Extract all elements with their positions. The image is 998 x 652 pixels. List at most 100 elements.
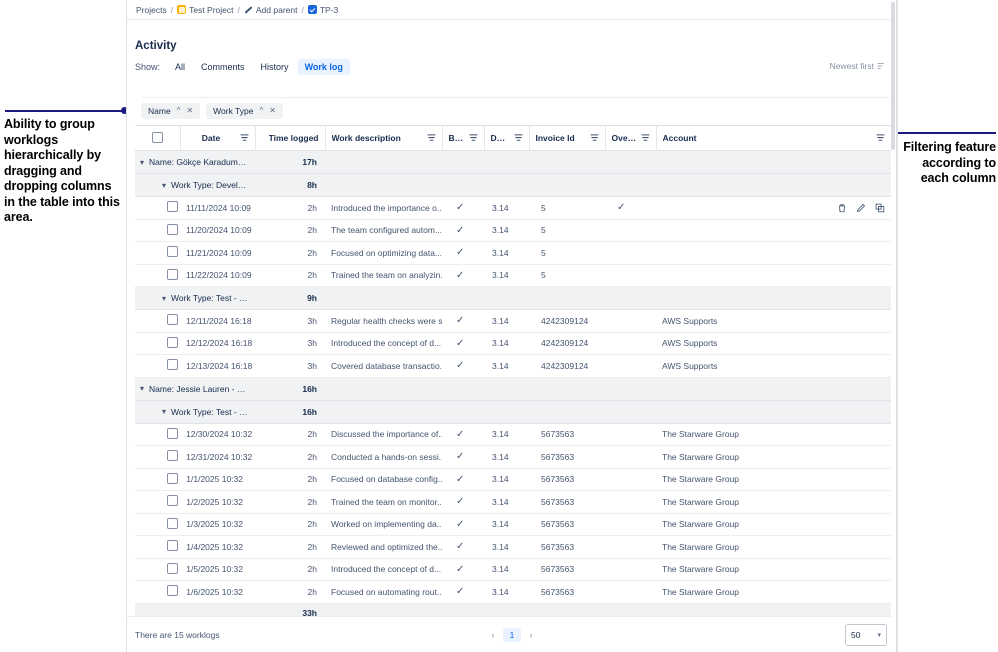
breadcrumb-item-add-parent[interactable]: Add parent [241, 5, 301, 15]
row-select-cell[interactable] [165, 491, 180, 514]
cell-row-actions[interactable] [834, 242, 891, 265]
group-label-cell[interactable]: ▾Work Type: Test - 8 items [135, 400, 255, 423]
close-icon[interactable]: ✕ [186, 107, 193, 115]
chevron-up-icon[interactable]: ^ [259, 107, 263, 115]
cell-row-actions[interactable] [834, 423, 891, 446]
sort-order-button[interactable]: Newest first [830, 61, 885, 71]
page-size-select[interactable]: 50 ▾ [845, 624, 887, 646]
table-row[interactable]: 1/5/2025 10:322hIntroduced the concept o… [135, 558, 891, 581]
filter-icon[interactable] [427, 134, 436, 142]
tab-comments[interactable]: Comments [194, 59, 252, 75]
column-header-overtime[interactable]: Overt... [605, 126, 656, 151]
chevron-up-icon[interactable]: ^ [177, 107, 181, 115]
cell-row-actions[interactable] [834, 310, 891, 333]
cell-row-actions[interactable] [834, 558, 891, 581]
table-row[interactable]: 1/2/2025 10:322hTrained the team on moni… [135, 491, 891, 514]
group-label-cell[interactable]: ▾Work Type: Test - 3 items [135, 287, 255, 310]
edit-icon[interactable] [856, 203, 866, 213]
group-row-name[interactable]: ▾Name: Gökçe Karaduman - 2 ...17h [135, 151, 891, 174]
row-checkbox[interactable] [167, 201, 178, 212]
row-checkbox[interactable] [167, 450, 178, 461]
row-select-cell[interactable] [165, 536, 180, 559]
table-row[interactable]: 11/11/2024 10:092hIntroduced the importa… [135, 197, 891, 220]
tab-work-log[interactable]: Work log [298, 59, 350, 75]
filter-icon[interactable] [469, 134, 478, 142]
select-all-checkbox[interactable] [152, 132, 163, 143]
vertical-scrollbar-thumb[interactable] [891, 2, 895, 150]
copy-icon[interactable] [875, 203, 885, 213]
row-checkbox[interactable] [167, 585, 178, 596]
table-row[interactable]: 11/21/2024 10:092hFocused on optimizing … [135, 242, 891, 265]
cell-row-actions[interactable] [834, 219, 891, 242]
table-row[interactable]: 12/31/2024 10:322hConducted a hands-on s… [135, 446, 891, 469]
table-row[interactable]: 1/6/2025 10:322hFocused on automating ro… [135, 581, 891, 604]
row-checkbox[interactable] [167, 518, 178, 529]
row-select-cell[interactable] [165, 581, 180, 604]
row-checkbox[interactable] [167, 314, 178, 325]
row-checkbox[interactable] [167, 540, 178, 551]
row-select-cell[interactable] [165, 468, 180, 491]
row-select-cell[interactable] [165, 355, 180, 378]
group-row-work-type[interactable]: ▾Work Type: Developmen...8h [135, 174, 891, 197]
column-header-account[interactable]: Account [656, 126, 891, 151]
column-header-select[interactable] [135, 126, 180, 151]
table-row[interactable]: 1/4/2025 10:322hReviewed and optimized t… [135, 536, 891, 559]
group-row-name[interactable]: ▾Name: Jessie Lauren - 1 item16h [135, 377, 891, 400]
row-checkbox[interactable] [167, 224, 178, 235]
page-number-1[interactable]: 1 [503, 628, 522, 642]
filter-icon[interactable] [876, 134, 885, 142]
row-select-cell[interactable] [165, 197, 180, 220]
cell-row-actions[interactable] [834, 332, 891, 355]
chevron-down-icon[interactable]: ▾ [157, 294, 171, 303]
delete-icon[interactable] [837, 203, 847, 213]
table-row[interactable]: 12/30/2024 10:322hDiscussed the importan… [135, 423, 891, 446]
cell-row-actions[interactable] [834, 581, 891, 604]
group-row-work-type[interactable]: ▾Work Type: Test - 8 items16h [135, 400, 891, 423]
filter-icon[interactable] [590, 134, 599, 142]
row-select-cell[interactable] [165, 242, 180, 265]
cell-row-actions[interactable] [834, 491, 891, 514]
row-select-cell[interactable] [165, 513, 180, 536]
row-select-cell[interactable] [165, 310, 180, 333]
filter-icon[interactable] [514, 134, 523, 142]
chevron-right-icon[interactable]: › [529, 630, 532, 640]
column-header-work-description[interactable]: Work description [325, 126, 442, 151]
cell-row-actions[interactable] [834, 536, 891, 559]
table-row[interactable]: 1/1/2025 10:322hFocused on database conf… [135, 468, 891, 491]
table-row[interactable]: 11/22/2024 10:092hTrained the team on an… [135, 264, 891, 287]
row-checkbox[interactable] [167, 428, 178, 439]
table-row[interactable]: 12/13/2024 16:183hCovered database trans… [135, 355, 891, 378]
row-select-cell[interactable] [165, 446, 180, 469]
tab-history[interactable]: History [254, 59, 296, 75]
row-select-cell[interactable] [165, 423, 180, 446]
column-header-time-logged[interactable]: Time logged [255, 126, 325, 151]
cell-row-actions[interactable] [834, 264, 891, 287]
breadcrumb-item-projects[interactable]: Projects [133, 5, 170, 15]
row-checkbox[interactable] [167, 495, 178, 506]
cell-row-actions[interactable] [834, 355, 891, 378]
group-label-cell[interactable]: ▾Name: Jessie Lauren - 1 item [135, 377, 255, 400]
close-icon[interactable]: ✕ [269, 107, 276, 115]
group-chip-name[interactable]: Name ^ ✕ [141, 103, 200, 119]
chevron-down-icon[interactable]: ▾ [157, 407, 171, 416]
group-chip-work-type[interactable]: Work Type ^ ✕ [206, 103, 283, 119]
row-checkbox[interactable] [167, 473, 178, 484]
row-checkbox[interactable] [167, 337, 178, 348]
cell-row-actions[interactable] [834, 468, 891, 491]
row-select-cell[interactable] [165, 558, 180, 581]
group-by-dropzone[interactable]: Name ^ ✕ Work Type ^ ✕ [141, 97, 889, 119]
column-header-invoice-id[interactable]: Invoice Id [529, 126, 605, 151]
breadcrumb-item-test-project[interactable]: Test Project [174, 5, 236, 15]
chevron-left-icon[interactable]: ‹ [492, 630, 495, 640]
chevron-down-icon[interactable]: ▾ [135, 384, 149, 393]
table-row[interactable]: 12/11/2024 16:183hRegular health checks … [135, 310, 891, 333]
table-row[interactable]: 11/20/2024 10:092hThe team configured au… [135, 219, 891, 242]
column-header-date[interactable]: Date [180, 126, 255, 151]
row-select-cell[interactable] [165, 219, 180, 242]
group-label-cell[interactable]: ▾Name: Gökçe Karaduman - 2 ... [135, 151, 255, 174]
column-header-decimal[interactable]: Deci... [484, 126, 529, 151]
column-header-billable[interactable]: Billable [442, 126, 484, 151]
filter-icon[interactable] [641, 134, 650, 142]
row-select-cell[interactable] [165, 332, 180, 355]
row-checkbox[interactable] [167, 563, 178, 574]
